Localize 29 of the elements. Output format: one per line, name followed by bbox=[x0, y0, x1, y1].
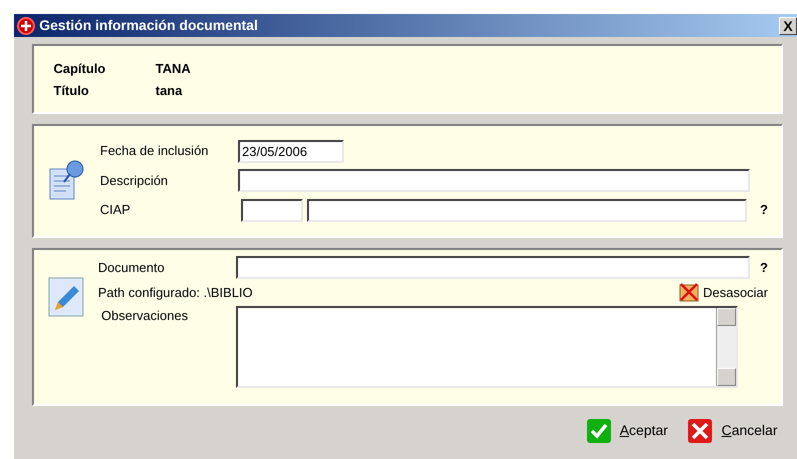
field-label: Observaciones bbox=[100, 306, 189, 324]
field-label: Título bbox=[54, 82, 90, 100]
field-value: tana bbox=[156, 82, 182, 100]
cancel-button[interactable]: Cancelar bbox=[687, 418, 778, 444]
help-mark[interactable]: ? bbox=[750, 258, 768, 278]
field-label: Documento bbox=[98, 258, 166, 277]
close-icon bbox=[687, 418, 714, 444]
field-label: Fecha de inclusión bbox=[100, 142, 210, 160]
field-label: Descripción bbox=[100, 172, 169, 190]
check-icon bbox=[586, 418, 612, 444]
unlink-button[interactable]: Desasociar bbox=[678, 282, 768, 302]
code-field[interactable] bbox=[241, 198, 304, 222]
field-label: CIAP bbox=[100, 201, 132, 220]
notepad-pencil-icon bbox=[47, 276, 85, 318]
crossed-folder-icon bbox=[678, 282, 699, 302]
ciap-description-field[interactable] bbox=[306, 198, 747, 222]
help-mark[interactable]: ? bbox=[750, 200, 768, 220]
accept-button[interactable]: Aceptar bbox=[586, 418, 668, 444]
description-field[interactable] bbox=[238, 169, 750, 192]
close-button[interactable]: X bbox=[779, 16, 797, 34]
field-value: TANA bbox=[156, 60, 191, 78]
window-title: Gestión información documental bbox=[39, 16, 258, 35]
path-text: Path configurado: .\BIBLIO bbox=[98, 284, 253, 302]
observations-field[interactable] bbox=[236, 306, 738, 388]
field-label: Capítulo bbox=[54, 60, 106, 78]
scrollbar[interactable] bbox=[716, 308, 736, 386]
document-field[interactable] bbox=[236, 256, 750, 279]
plus-circle-icon bbox=[16, 16, 36, 36]
date-field[interactable]: 23/05/2006 bbox=[238, 140, 344, 162]
